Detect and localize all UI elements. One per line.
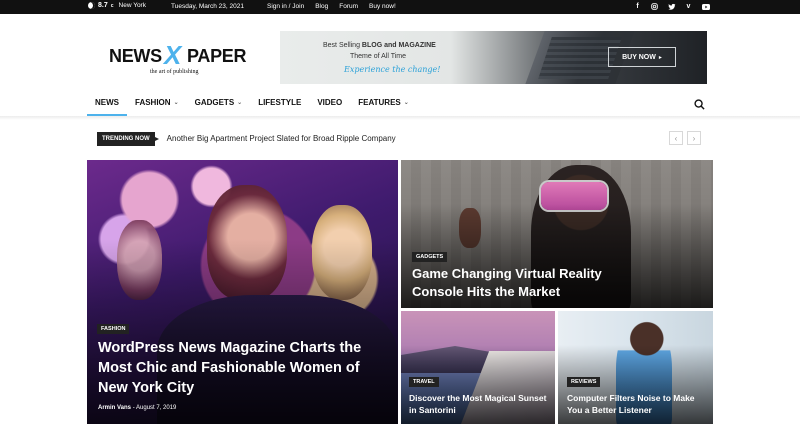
sign-in-link[interactable]: Sign in / Join [267, 3, 304, 10]
nav-item-fashion[interactable]: FASHION ⌄ [135, 98, 179, 107]
moon-icon [88, 2, 95, 9]
weather-unit: c [110, 2, 114, 9]
vimeo-icon[interactable]: v [684, 2, 693, 11]
chevron-left-icon: ‹ [674, 133, 678, 143]
logo-x: X [164, 40, 182, 70]
trending-next-button[interactable]: › [687, 131, 701, 145]
weather-widget: 8.7 c New York [88, 2, 146, 9]
post-title[interactable]: Discover the Most Magical Sunset in Sant… [409, 392, 549, 416]
chevron-down-icon: ⌄ [403, 100, 409, 106]
post-category-badge[interactable]: REVIEWS [567, 377, 601, 387]
featured-post-santorini[interactable]: TRAVEL Discover the Most Magical Sunset … [401, 311, 555, 424]
logo-word-news: NEWS [109, 46, 162, 66]
blog-link[interactable]: Blog [315, 3, 328, 10]
twitter-icon[interactable] [667, 2, 676, 11]
current-date: Tuesday, March 23, 2021 [171, 3, 244, 10]
header-banner-ad[interactable]: Best Selling BLOG and MAGAZINE Theme of … [280, 31, 707, 84]
banner-buy-now-label: BUY NOW [622, 53, 656, 61]
nav-item-features[interactable]: FEATURES ⌄ [358, 98, 409, 107]
nav-item-gadgets[interactable]: GADGETS ⌄ [195, 98, 243, 107]
buy-now-link[interactable]: Buy now! [369, 3, 396, 10]
social-icons: f v [633, 2, 710, 11]
youtube-icon[interactable] [701, 2, 710, 11]
weather-city: New York [118, 2, 146, 9]
post-title[interactable]: Computer Filters Noise to Make You a Bet… [567, 392, 709, 416]
post-author[interactable]: Armin Vans [98, 405, 131, 411]
post-category-badge[interactable]: GADGETS [412, 252, 448, 262]
chevron-right-icon: ▸ [658, 54, 662, 61]
featured-post-vr[interactable]: GADGETS Game Changing Virtual Reality Co… [401, 160, 713, 308]
nav-item-label: FEATURES [358, 98, 401, 107]
post-title[interactable]: WordPress News Magazine Charts the Most … [98, 338, 368, 398]
chevron-down-icon: ⌄ [237, 100, 243, 106]
top-links: Sign in / Join Blog Forum Buy now! [267, 3, 396, 10]
banner-line-1-bold: BLOG and MAGAZINE [361, 42, 436, 49]
top-bar: 8.7 c New York Tuesday, March 23, 2021 S… [0, 0, 800, 14]
banner-line-1-text: Best Selling [323, 42, 362, 49]
site-logo[interactable]: NEWS X PAPER the art of publishing [108, 42, 258, 82]
facebook-icon[interactable]: f [633, 2, 642, 11]
featured-post-reviews[interactable]: REVIEWS Computer Filters Noise to Make Y… [558, 311, 713, 424]
nav-item-label: GADGETS [194, 98, 235, 107]
nav-item-label: LIFESTYLE [258, 98, 302, 107]
weather-temp: 8.7 [98, 2, 108, 9]
trending-prev-button[interactable]: ‹ [669, 131, 683, 145]
forum-link[interactable]: Forum [339, 3, 358, 10]
featured-main-post[interactable]: FASHION WordPress News Magazine Charts t… [87, 160, 398, 424]
post-title[interactable]: Game Changing Virtual Reality Console Hi… [412, 265, 627, 301]
banner-buy-now-button[interactable]: BUY NOW ▸ [608, 47, 676, 67]
post-meta: Armin Vans - August 7, 2019 [98, 405, 176, 411]
search-icon[interactable] [694, 97, 705, 110]
banner-line-2: Theme of All Time [350, 53, 407, 60]
main-nav: NEWS FASHION ⌄ GADGETS ⌄ LIFESTYLE VIDEO… [0, 92, 800, 116]
nav-divider [0, 116, 800, 120]
post-category-badge[interactable]: FASHION [97, 324, 130, 334]
post-category-badge[interactable]: TRAVEL [409, 377, 439, 387]
trending-headline[interactable]: Another Big Apartment Project Slated for… [167, 134, 396, 143]
nav-item-label: NEWS [95, 98, 119, 107]
banner-line-3: Experience the change! [344, 65, 441, 74]
nav-item-news[interactable]: NEWS [95, 98, 119, 107]
chevron-down-icon: ⌄ [173, 100, 179, 106]
nav-item-lifestyle[interactable]: LIFESTYLE [258, 98, 301, 107]
trending-label: TRENDING NOW [97, 131, 159, 146]
chevron-right-icon: › [692, 133, 696, 143]
nav-item-video[interactable]: VIDEO [317, 98, 342, 107]
nav-item-label: FASHION [135, 98, 171, 107]
instagram-icon[interactable] [650, 2, 659, 11]
banner-line-1: Best Selling BLOG and MAGAZINE [323, 42, 436, 49]
nav-item-label: VIDEO [317, 98, 343, 107]
trending-bar: TRENDING NOW Another Big Apartment Proje… [97, 131, 396, 146]
post-date: August 7, 2019 [136, 405, 177, 411]
logo-tagline: the art of publishing [150, 69, 199, 75]
logo-word-paper: PAPER [187, 46, 247, 66]
